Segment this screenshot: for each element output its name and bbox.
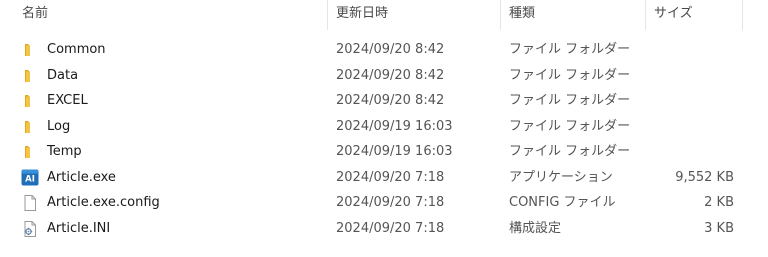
file-type: ファイル フォルダー bbox=[509, 67, 631, 83]
folder-icon bbox=[22, 119, 38, 135]
column-separator[interactable] bbox=[742, 0, 743, 30]
file-name: EXCEL bbox=[47, 93, 88, 108]
file-row-excel[interactable]: EXCEL 2024/09/20 8:42 ファイル フォルダー bbox=[0, 88, 768, 114]
app-icon: AI bbox=[21, 169, 39, 186]
file-size: 9,552 KB bbox=[675, 169, 734, 185]
file-size: 3 KB bbox=[704, 220, 734, 236]
modified-date: 2024/09/20 7:18 bbox=[336, 195, 445, 210]
column-header-type[interactable]: 種類 bbox=[501, 0, 645, 30]
file-type: ファイル フォルダー bbox=[509, 144, 631, 159]
column-header-row: 名前 更新日時 種類 サイズ bbox=[0, 0, 768, 30]
file-name: Article.exe.config bbox=[47, 195, 160, 210]
file-row-temp[interactable]: Temp 2024/09/19 16:03 ファイル フォルダー bbox=[0, 139, 768, 165]
folder-icon bbox=[22, 68, 38, 84]
modified-date: 2024/09/19 16:03 bbox=[336, 144, 453, 159]
app-icon-text: AI bbox=[25, 174, 35, 184]
file-row-log[interactable]: Log 2024/09/19 16:03 ファイル フォルダー bbox=[0, 114, 768, 140]
folder-icon bbox=[22, 93, 38, 109]
file-row-article-exe[interactable]: AI Article.exe 2024/09/20 7:18 アプリケーション … bbox=[0, 165, 768, 191]
file-type: ファイル フォルダー bbox=[509, 118, 631, 134]
file-size: 2 KB bbox=[704, 195, 734, 210]
file-icon bbox=[22, 195, 38, 211]
modified-date: 2024/09/20 7:18 bbox=[336, 220, 445, 236]
file-row-article-exe-config[interactable]: Article.exe.config 2024/09/20 7:18 CONFI… bbox=[0, 190, 768, 216]
column-header-size[interactable]: サイズ bbox=[646, 0, 742, 30]
file-type: 構成設定 bbox=[509, 220, 562, 236]
file-row-article-ini[interactable]: Article.INI 2024/09/20 7:18 構成設定 3 KB bbox=[0, 216, 768, 242]
file-type: ファイル フォルダー bbox=[509, 93, 631, 108]
file-name: Log bbox=[47, 118, 71, 134]
modified-date: 2024/09/19 16:03 bbox=[336, 118, 453, 134]
folder-icon bbox=[22, 144, 38, 160]
file-name: Data bbox=[47, 67, 79, 83]
file-type: ファイル フォルダー bbox=[509, 42, 631, 57]
column-header-name[interactable]: 名前 bbox=[14, 0, 327, 30]
modified-date: 2024/09/20 7:18 bbox=[336, 169, 445, 185]
file-name: Temp bbox=[47, 144, 82, 159]
modified-date: 2024/09/20 8:42 bbox=[336, 93, 445, 108]
file-name: Common bbox=[47, 42, 106, 57]
file-row-data[interactable]: Data 2024/09/20 8:42 ファイル フォルダー bbox=[0, 63, 768, 89]
file-name: Article.INI bbox=[47, 220, 111, 236]
file-row-common[interactable]: Common 2024/09/20 8:42 ファイル フォルダー bbox=[0, 37, 768, 63]
file-type: アプリケーション bbox=[509, 169, 613, 185]
file-explorer-list: 名前 更新日時 種類 サイズ Common 2024/09/20 8:42 ファ… bbox=[0, 0, 768, 257]
file-name: Article.exe bbox=[47, 169, 116, 185]
modified-date: 2024/09/20 8:42 bbox=[336, 42, 445, 57]
column-header-modified[interactable]: 更新日時 bbox=[328, 0, 500, 30]
folder-icon bbox=[22, 42, 38, 58]
file-list: Common 2024/09/20 8:42 ファイル フォルダー Data 2… bbox=[0, 37, 768, 241]
settings-file-icon bbox=[22, 220, 38, 237]
modified-date: 2024/09/20 8:42 bbox=[336, 67, 445, 83]
file-type: CONFIG ファイル bbox=[509, 195, 616, 210]
